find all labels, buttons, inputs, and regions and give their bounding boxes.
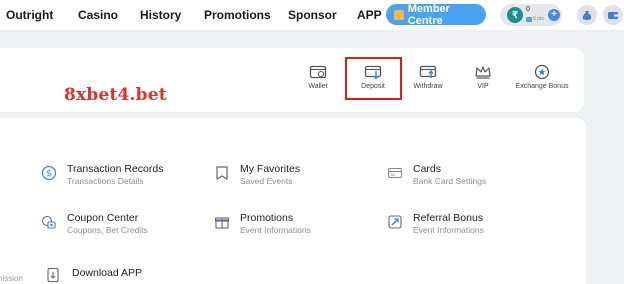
menu-subtitle: Saved Events (240, 176, 293, 186)
nav-app[interactable]: APP (357, 8, 382, 22)
balance-widget[interactable]: ₹ 0 0 pts + (500, 4, 562, 26)
menu-title: Promotions (240, 212, 294, 224)
exchange-bonus-label: Exchange Bonus (515, 83, 569, 90)
menu-title: Cards (413, 163, 442, 175)
download-icon (47, 267, 59, 283)
brand-watermark: 8xbet4.bet (64, 85, 167, 105)
dollar-icon: $ (41, 165, 57, 181)
svg-text:$: $ (46, 169, 52, 179)
menu-title: My Favorites (240, 163, 301, 175)
balance-points-row: 0 pts (526, 16, 544, 22)
top-navigation: Outright Casino History Promotions Spons… (0, 0, 624, 30)
wallet-card-icon[interactable] (603, 5, 623, 25)
balance-points: 0 pts (533, 16, 544, 22)
menu-subtitle: Coupons, Bet Credits (67, 225, 148, 235)
menu-title: Coupon Center (67, 212, 139, 224)
withdraw-action[interactable]: Withdraw (398, 64, 458, 90)
card-icon (387, 167, 403, 179)
wallet-label: Wallet (308, 83, 328, 90)
exchange-bonus-action[interactable]: Exchange Bonus (512, 64, 572, 90)
nav-history[interactable]: History (140, 8, 181, 22)
gift-icon (214, 217, 230, 229)
referral-icon (388, 215, 402, 229)
wallet-icon (309, 65, 327, 79)
rupee-icon: ₹ (507, 7, 523, 23)
vip-label: VIP (477, 83, 489, 90)
bookmark-icon (216, 166, 228, 180)
nav-outright[interactable]: Outright (6, 8, 53, 22)
member-icon (394, 9, 404, 20)
money-bag-icon[interactable] (577, 5, 597, 25)
add-funds-button[interactable]: + (548, 9, 560, 21)
member-centre-button[interactable]: Member Centre (386, 2, 486, 27)
crown-icon (475, 66, 491, 79)
points-icon (526, 16, 532, 22)
balance-amount: 0 (526, 6, 530, 13)
menu-subtitle: Transactions Details (67, 176, 144, 186)
withdraw-label: Withdraw (413, 83, 443, 90)
menu-title: Transaction Records (67, 163, 164, 175)
nav-promotions[interactable]: Promotions (204, 8, 271, 22)
deposit-highlight-box (345, 57, 402, 100)
star-icon (534, 64, 550, 80)
withdraw-icon (419, 65, 437, 78)
member-centre-label: Member Centre (407, 2, 450, 27)
menu-subtitle: Event Informations (240, 225, 311, 235)
coupon-icon (41, 215, 56, 229)
menu-title: Referral Bonus (413, 212, 484, 224)
menu-title: Download APP (72, 267, 143, 279)
menu-subtitle: Bank Card Settings (413, 176, 487, 186)
nav-sponsor[interactable]: Sponsor (288, 8, 337, 22)
wallet-action[interactable]: Wallet (288, 64, 348, 90)
account-menu-card (0, 118, 586, 284)
nav-casino[interactable]: Casino (78, 8, 118, 22)
menu-subtitle: Event Informations (413, 225, 484, 235)
clipped-commission-label[interactable]: nission (0, 274, 23, 283)
vip-action[interactable]: VIP (453, 64, 513, 90)
